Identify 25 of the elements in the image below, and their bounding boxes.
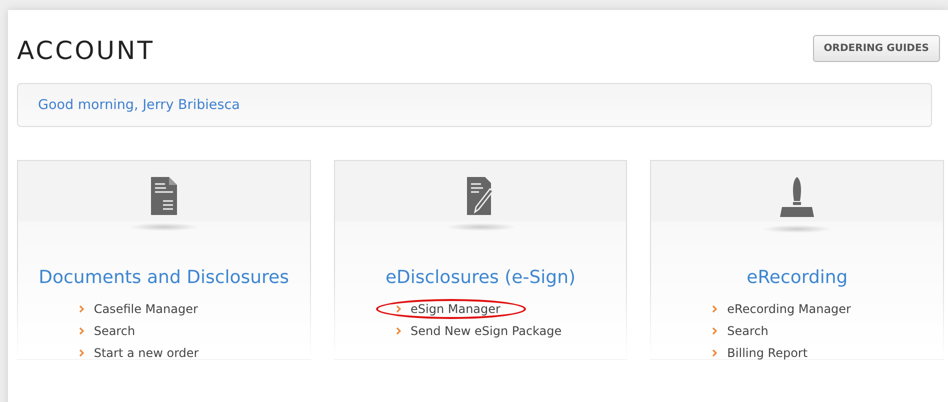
page-title: ACCOUNT [17, 36, 155, 64]
chevron-icon [712, 327, 718, 335]
card-title[interactable]: eDisclosures (e-Sign) [334, 267, 626, 288]
menu-link[interactable]: Send New eSign Package [410, 324, 562, 338]
menu-link[interactable]: eRecording Manager [727, 302, 851, 316]
pen-document-icon [466, 177, 494, 215]
menu-link[interactable]: Search [727, 324, 768, 338]
greeting-banner: Good morning, Jerry Bribiesca [17, 83, 932, 127]
menu-link[interactable]: Billing Report [727, 346, 808, 360]
chevron-icon [78, 327, 84, 335]
ordering-guides-button[interactable]: ORDERING GUIDES [812, 34, 940, 62]
menu-link[interactable]: Casefile Manager [94, 302, 198, 316]
chevron-icon [712, 349, 718, 357]
chevron-icon [78, 349, 84, 357]
menu-link[interactable]: Search [94, 324, 136, 338]
card-title[interactable]: eRecording [651, 267, 944, 288]
chevron-icon [396, 327, 400, 335]
chevron-icon [78, 305, 84, 313]
card-title[interactable]: Documents and Disclosures [18, 267, 310, 288]
chevron-icon [712, 305, 718, 313]
chevron-icon [396, 305, 400, 313]
stamp-icon [778, 177, 816, 217]
menu-link[interactable]: eSign Manager [410, 302, 500, 316]
menu-link[interactable]: Start a new order [94, 346, 199, 360]
document-icon [150, 177, 177, 215]
